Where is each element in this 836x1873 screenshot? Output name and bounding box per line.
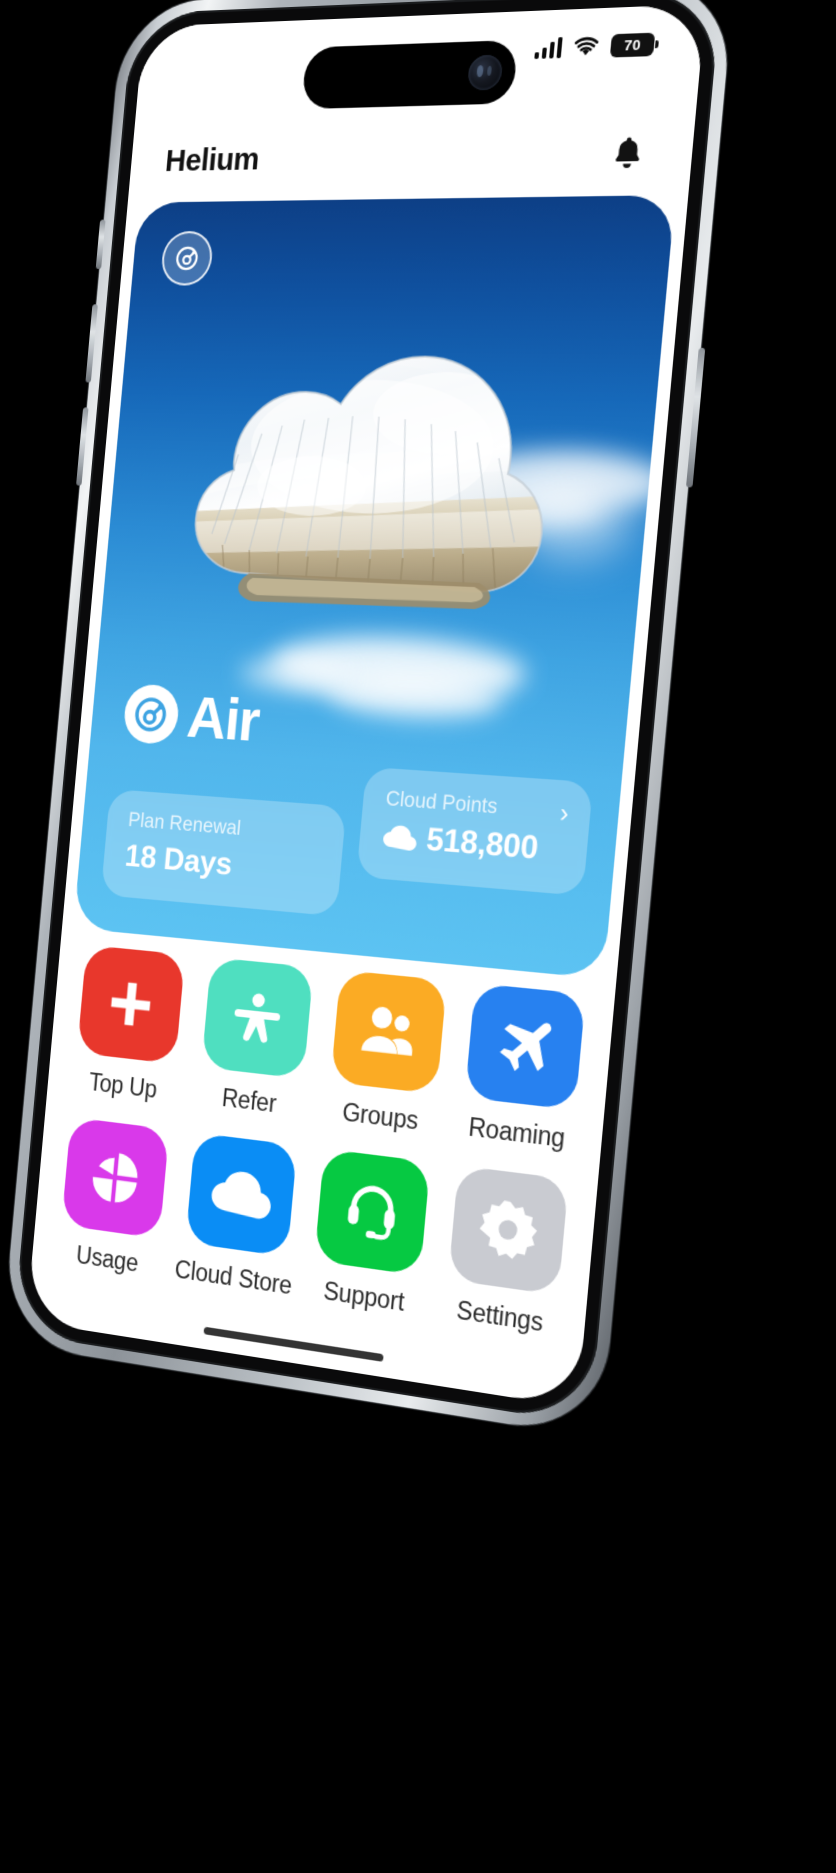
headset-icon [346,1183,404,1247]
plus-icon [109,980,152,1028]
tile-icon-bg [464,983,586,1111]
cloud-wisp [454,448,674,514]
tile-icon-bg [447,1165,569,1296]
tile-icon-bg [329,969,447,1095]
quick-action-grid: Top Up Refer Groups Roaming Usage Cloud … [45,944,600,1342]
tile-label: Groups [341,1097,420,1135]
cellular-bars-icon [533,36,563,59]
brand-logo [122,683,181,746]
hero-logo-badge[interactable] [159,230,215,286]
phone-mockup: 70 Helium Air Plan Renewal 18 Days › Clo… [2,0,736,1439]
cloud-points-value: 518,800 [424,821,540,867]
tile-icon-bg [200,957,314,1079]
hero-cards: Plan Renewal 18 Days › Cloud Points 518,… [100,749,594,938]
tile-label: Refer [220,1083,278,1118]
cloud-icon [382,824,418,852]
tile-cloud-store[interactable]: Cloud Store [168,1131,310,1302]
tile-top-up[interactable]: Top Up [60,944,198,1108]
tile-label: Top Up [87,1067,159,1104]
hero-banner: Air Plan Renewal 18 Days › Cloud Points [73,195,676,979]
airplane-icon [497,1018,552,1075]
cloud-wisp [442,486,605,531]
app-header: Helium [127,107,697,203]
wifi-icon [572,35,600,55]
people-icon [360,1005,413,1056]
page-title: Helium [163,141,261,179]
foil-cloud-balloon-image [125,348,600,612]
dynamic-island [301,39,519,110]
plan-renewal-value: 18 Days [123,838,234,883]
front-camera-icon [466,54,504,91]
tile-icon-bg [313,1148,430,1276]
tile-label: Usage [75,1240,140,1277]
tile-label: Support [322,1276,406,1317]
tile-refer[interactable]: Refer [184,956,327,1123]
tile-icon-bg [60,1116,169,1239]
tile-icon-bg [184,1132,297,1257]
tile-support[interactable]: Support [296,1147,444,1321]
tile-roaming[interactable]: Roaming [446,982,600,1157]
helium-logo-icon [173,245,200,272]
cloud-points-card[interactable]: › Cloud Points 518,800 [356,766,594,896]
tile-usage[interactable]: Usage [45,1115,182,1282]
cloud-icon [209,1168,274,1221]
brand-row: Air [122,682,262,754]
tile-label: Cloud Store [173,1255,294,1300]
pie-chart-icon [90,1153,139,1205]
person-icon [231,993,280,1045]
cloud-points-label: Cloud Points [384,787,499,819]
tile-groups[interactable]: Groups [313,969,461,1140]
tile-icon-bg [76,944,185,1065]
brand-name: Air [184,682,262,754]
screenshot-stage: 70 Helium Air Plan Renewal 18 Days › Clo… [0,0,836,1873]
tile-settings[interactable]: Settings [430,1164,583,1342]
cloud-wisp [512,469,639,563]
helium-logo-icon [130,692,172,736]
plan-renewal-card[interactable]: Plan Renewal 18 Days [100,788,347,917]
